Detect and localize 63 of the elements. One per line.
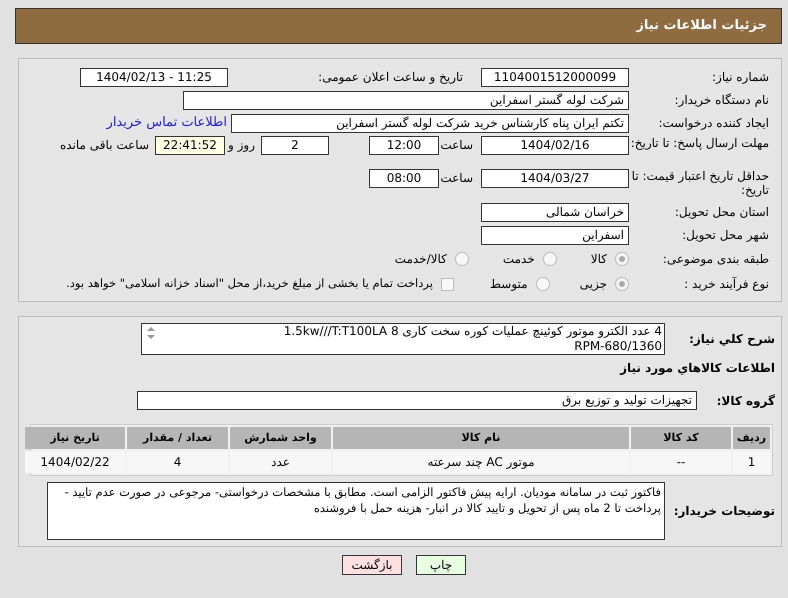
radio-button[interactable] [615,277,629,291]
text-field[interactable]: 1404/02/16 [481,136,629,155]
radio-button[interactable] [536,277,550,291]
column-header: تعداد / مقدار [127,427,228,449]
radio-label: کالا/خدمت [394,251,447,268]
text-field[interactable]: 1404/03/27 [481,169,629,188]
field-label: ساعت [439,137,474,152]
scroll-arrows-icon [146,326,156,340]
text-field[interactable]: 2 [261,136,329,155]
column-header: کد کالا [631,427,731,449]
field-label: استان محل تحویل: [674,205,769,219]
radio-button[interactable] [615,252,629,266]
checkbox[interactable] [440,278,454,290]
page-title: جزئیات اطلاعات نیاز [636,17,767,36]
column-header: تاریخ نیاز [25,427,125,449]
text-field[interactable]: خراسان شمالی [481,202,629,222]
field-label: نوع فرآیند خرید : [683,277,769,291]
radio-label: جزیی [580,276,607,293]
field-label: تاریخ و ساعت اعلان عمومی: [317,70,463,84]
print-button[interactable]: چاپ [416,555,466,575]
field-label: ساعت [439,170,474,185]
table-cell: -- [631,451,731,473]
field-label: توضیحات خریدار: [672,504,775,518]
radio-button[interactable] [542,252,557,266]
field-label: ایجاد کننده درخواست: [657,116,769,130]
field-label: گروه کالا: [716,394,775,408]
description-line: 4 عدد الکترو موتور کوئینچ عملیات کوره سخت کاری 1.5kw///T:T100LA 8 [284,324,662,339]
field-label: شماره نیاز: [711,70,769,84]
field-label: روز و [226,137,256,152]
contact-link[interactable]: اطلاعات تماس خریدار [106,113,227,133]
text-field[interactable]: شرکت لوله گستر اسفراین [183,90,629,110]
radio-label: کالا [590,251,607,268]
table-cell: موتور AC چند سرعته [333,451,629,473]
field-label: حداقل تاریخ اعتبار قیمت: تا تاریخ: [630,169,769,197]
text-field[interactable]: 12:00 [369,136,439,155]
text-field[interactable]: اسفراین [481,226,629,244]
table-cell: 4 [127,451,228,473]
radio-label: متوسط [490,276,528,293]
table-cell: 1404/02/22 [25,451,125,473]
text-field[interactable]: 1104001512000099 [481,68,629,86]
table-cell: عدد [230,451,331,473]
text-field[interactable]: 08:00 [369,169,439,188]
notes-area[interactable]: فاکتور ثبت در سامانه مودیان. ارایه پیش فاکتور الزامی است. مطابق با مشخصات درخواستی- مرجوعی در صورت عدم تایید - پرداخت تا 2 ماه پس از تحویل و تایید کالا در انبار- هزینه حمل با فروشنده [47,482,665,540]
field-label: طبقه بندی موضوعی: [662,252,769,266]
field-label: نام دستگاه خریدار: [674,93,769,107]
column-header: ردیف [733,427,770,449]
text-field[interactable]: 1404/02/13 - 11:25 [80,68,228,86]
column-header: واحد شمارش [230,427,331,449]
field-label: شهر محل تحویل: [681,228,769,242]
description-line: RPM-680/1360 [573,339,662,354]
radio-label: خدمت [502,251,535,268]
field-label: مهلت ارسال پاسخ: تا تاریخ: [630,136,769,150]
text-field[interactable]: تجهیزات تولید و توزیع برق [137,391,697,410]
table-cell: 1 [733,451,770,473]
column-header: نام کالا [333,427,629,449]
section-heading: اطلاعات کالاهاي مورد نياز [618,360,775,377]
text-field[interactable]: 22:41:52 [155,136,225,155]
text-field[interactable]: تکتم ایران پناه کارشناس خرید شرکت لوله گستر اسفراین [231,114,629,132]
radio-button[interactable] [454,252,469,266]
checkbox-label: پرداخت تمام یا بخشی از مبلغ خرید،از محل "اسناد خزانه اسلامی" خواهد بود. [66,275,433,292]
field-label: ساعت باقی مانده [58,137,150,152]
back-button[interactable]: بازگشت [342,555,402,575]
field-label: شرح کلي نياز: [688,332,775,346]
